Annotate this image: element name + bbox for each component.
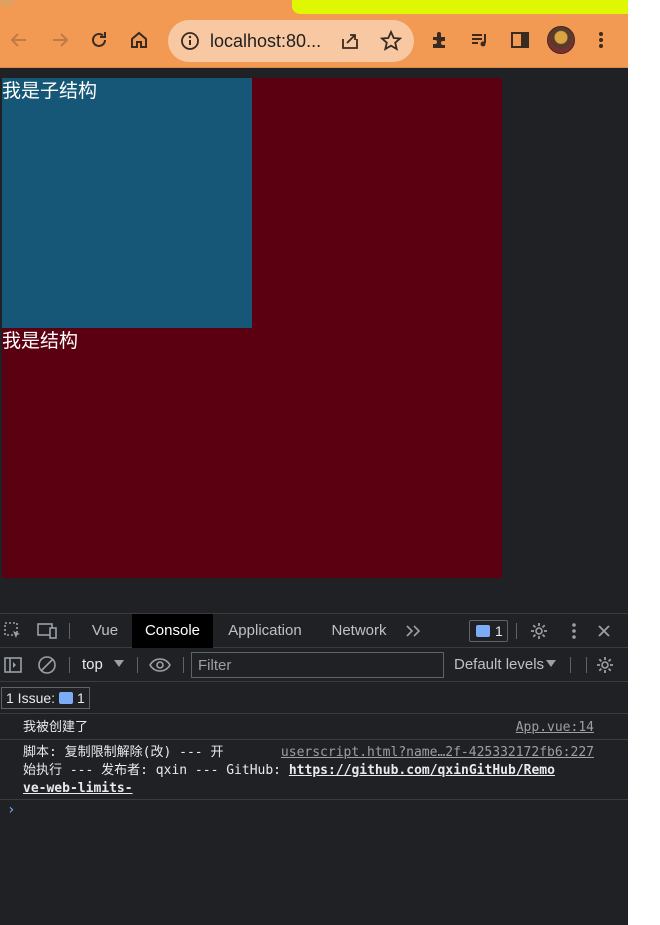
- tab-vue[interactable]: Vue: [80, 614, 130, 648]
- triangle-down-icon[interactable]: [114, 660, 124, 668]
- sidepanel-button[interactable]: [506, 26, 534, 54]
- console-prompt[interactable]: ›: [7, 802, 15, 818]
- console-message-source[interactable]: App.vue:14: [516, 719, 594, 737]
- chevron-double-right-icon: [406, 625, 421, 637]
- kebab-menu-icon: [572, 623, 576, 639]
- back-icon: [10, 33, 26, 47]
- parent-box: 我是子结构 我是结构: [2, 78, 502, 578]
- url-text: localhost:80...: [210, 31, 322, 51]
- info-icon: [181, 32, 199, 50]
- active-tab[interactable]: [292, 0, 628, 14]
- github-link[interactable]: https://github.com/qxinGitHub/Remo: [289, 763, 555, 778]
- browser-toolbar: localhost:80...: [0, 14, 628, 68]
- console-message-source[interactable]: userscript.html?name…2f-425332172fb6:227: [281, 744, 594, 762]
- message-icon: [476, 625, 490, 637]
- tab-network[interactable]: Network: [321, 614, 397, 648]
- menu-icon: [599, 32, 603, 48]
- console-message-line1: 脚本: 复制限制解除(改) --- 开: [23, 745, 224, 760]
- settings-button[interactable]: [528, 620, 550, 642]
- issues-bar: 1 Issue: 1: [0, 682, 628, 714]
- separator: [69, 623, 70, 639]
- log-levels-dropdown[interactable]: Default levels: [454, 656, 544, 673]
- inspect-icon: [4, 622, 20, 638]
- child-text: 我是子结构: [2, 80, 98, 102]
- separator: [137, 657, 138, 673]
- desktop-background: [628, 0, 660, 925]
- issues-counter[interactable]: 1: [469, 620, 508, 642]
- devtools-panel: Vue Console Application Network 1 top Fi…: [0, 613, 628, 925]
- console-message: 我被创建了 App.vue:14: [0, 714, 628, 740]
- media-button[interactable]: [466, 26, 494, 54]
- address-bar[interactable]: localhost:80...: [168, 20, 414, 62]
- inspect-button[interactable]: [2, 620, 24, 642]
- browser-window: localhost:80... 我是子结构 我是结构 Vue Console A…: [0, 0, 628, 925]
- parent-text: 我是结构: [2, 330, 79, 352]
- profile-avatar[interactable]: [547, 26, 575, 54]
- sidepanel-icon: [511, 32, 529, 48]
- page-viewport: 我是子结构 我是结构: [0, 69, 628, 613]
- extensions-icon: [433, 32, 445, 48]
- tab-strip: [0, 0, 628, 14]
- context-selector[interactable]: top: [82, 656, 103, 673]
- console-message: 脚本: 复制限制解除(改) --- 开 userscript.html?name…: [0, 740, 628, 800]
- console-message-line2-text: 始执行 --- 发布者: qxin --- GitHub:: [23, 763, 289, 778]
- child-box: 我是子结构: [2, 78, 252, 328]
- back-button[interactable]: [5, 26, 33, 54]
- home-icon: [131, 31, 147, 48]
- tab-console[interactable]: Console: [132, 614, 213, 648]
- devtools-tabbar: Vue Console Application Network 1: [0, 614, 628, 648]
- close-devtools-button[interactable]: [594, 620, 614, 642]
- devtools-menu-button[interactable]: [564, 620, 584, 642]
- console-message-line2: 始执行 --- 发布者: qxin --- GitHub: https://gi…: [23, 762, 555, 780]
- message-icon: [59, 692, 74, 704]
- github-link-continued[interactable]: ve-web-limits-: [23, 780, 133, 798]
- close-icon: [598, 625, 610, 637]
- eye-icon: [149, 658, 171, 672]
- console-message-text: 我被创建了: [23, 720, 89, 735]
- console-settings-button[interactable]: [594, 654, 616, 676]
- media-icon: [472, 34, 486, 47]
- separator: [183, 657, 184, 673]
- more-tabs-button[interactable]: [402, 620, 426, 642]
- star-icon[interactable]: [380, 30, 402, 52]
- issues-button[interactable]: 1 Issue: 1: [1, 687, 90, 709]
- sidebar-toggle-button[interactable]: [2, 654, 24, 676]
- separator: [570, 657, 571, 673]
- block-icon: [38, 656, 56, 674]
- separator: [586, 657, 587, 673]
- device-icon: [37, 623, 57, 639]
- triangle-down-icon[interactable]: [546, 660, 556, 668]
- forward-icon: [53, 33, 69, 47]
- issues-counter-count: 1: [495, 623, 503, 639]
- menu-button[interactable]: [587, 26, 615, 54]
- gear-icon: [597, 657, 613, 673]
- reload-icon: [92, 32, 106, 47]
- extensions-button[interactable]: [426, 26, 454, 54]
- home-button[interactable]: [125, 26, 153, 54]
- sidebar-icon: [4, 657, 22, 673]
- issues-label: 1 Issue:: [6, 690, 56, 706]
- forward-button[interactable]: [46, 26, 74, 54]
- issues-count: 1: [77, 690, 85, 706]
- live-expression-button[interactable]: [148, 654, 172, 676]
- reload-button[interactable]: [85, 26, 113, 54]
- device-toolbar-button[interactable]: [36, 620, 58, 642]
- tab-application[interactable]: Application: [217, 614, 313, 648]
- console-toolbar: top Default levels: [0, 648, 628, 682]
- separator: [516, 623, 517, 639]
- separator: [69, 657, 70, 673]
- clear-console-button[interactable]: [36, 654, 58, 676]
- filter-input[interactable]: [191, 652, 444, 678]
- share-icon[interactable]: [340, 31, 360, 51]
- tab-edge: [0, 0, 14, 6]
- gear-icon: [531, 623, 547, 639]
